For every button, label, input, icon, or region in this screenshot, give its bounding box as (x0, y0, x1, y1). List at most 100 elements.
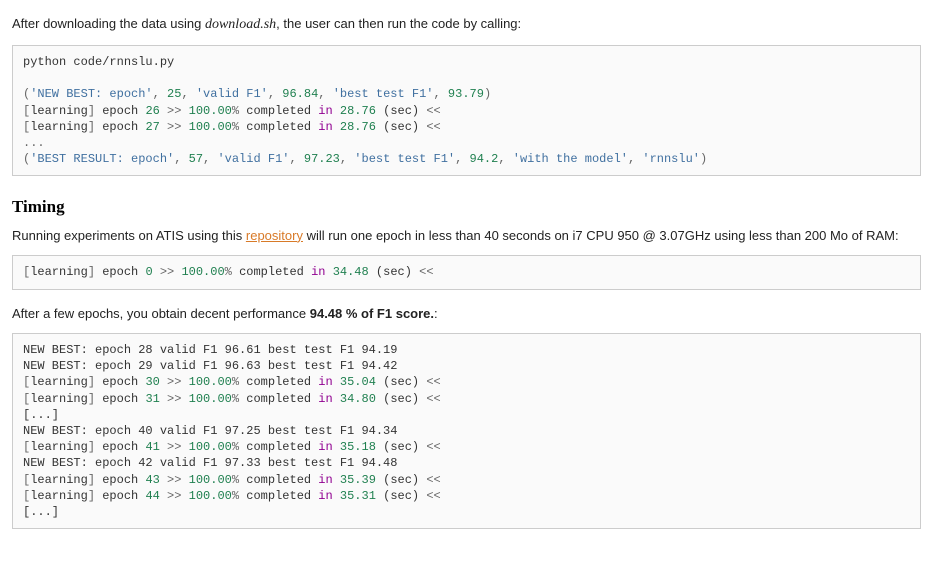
text (333, 104, 340, 118)
arrow: >> (160, 392, 189, 406)
comma: , (268, 87, 282, 101)
text: completed (239, 440, 318, 454)
text (333, 440, 340, 454)
timing-paragraph: Running experiments on ATIS using this r… (12, 226, 921, 246)
text: epoch (95, 489, 145, 503)
learning-tag: learning (30, 489, 88, 503)
string: 'BEST RESULT: epoch' (30, 152, 174, 166)
number: 43 (145, 473, 159, 487)
timing-heading: Timing (12, 194, 921, 220)
number: 100.00 (181, 265, 224, 279)
learning-tag: learning (30, 104, 88, 118)
bracket: ] (88, 473, 95, 487)
number: 100.00 (189, 120, 232, 134)
text: epoch (95, 473, 145, 487)
string: 'valid F1' (217, 152, 289, 166)
intro-suffix: , the user can then run the code by call… (276, 16, 521, 31)
percent: % (232, 440, 239, 454)
result-line: NEW BEST: epoch 29 valid F1 96.63 best t… (23, 359, 397, 373)
number: 97.23 (304, 152, 340, 166)
arrow: << (426, 473, 440, 487)
keyword-in: in (318, 104, 332, 118)
text: completed (239, 392, 318, 406)
keyword-in: in (318, 392, 332, 406)
code-block-results: NEW BEST: epoch 28 valid F1 96.61 best t… (12, 333, 921, 529)
number: 100.00 (189, 440, 232, 454)
bracket: ] (88, 489, 95, 503)
text: (sec) (376, 104, 426, 118)
cmd-line: python code/rnnslu.py (23, 55, 174, 69)
learning-tag: learning (30, 120, 88, 134)
paren: ) (700, 152, 707, 166)
keyword-in: in (311, 265, 325, 279)
arrow: << (426, 120, 440, 134)
code-block-timing: [learning] epoch 0 >> 100.00% completed … (12, 255, 921, 289)
comma: , (628, 152, 642, 166)
comma: , (434, 87, 448, 101)
text: (sec) (376, 473, 426, 487)
number: 25 (167, 87, 181, 101)
arrow: >> (160, 489, 189, 503)
result-line: NEW BEST: epoch 42 valid F1 97.33 best t… (23, 456, 397, 470)
comma: , (318, 87, 332, 101)
comma: , (455, 152, 469, 166)
arrow: << (426, 392, 440, 406)
text: (sec) (376, 392, 426, 406)
bracket: ] (88, 265, 95, 279)
repository-link[interactable]: repository (246, 228, 303, 243)
percent: % (232, 392, 239, 406)
bracket: ] (88, 440, 95, 454)
bracket: ] (88, 375, 95, 389)
string: 'rnnslu' (642, 152, 700, 166)
number: 96.84 (282, 87, 318, 101)
timing-text-b: will run one epoch in less than 40 secon… (303, 228, 899, 243)
comma: , (174, 152, 188, 166)
keyword-in: in (318, 440, 332, 454)
percent: % (225, 265, 232, 279)
text: epoch (95, 104, 145, 118)
arrow: << (426, 104, 440, 118)
number: 28.76 (340, 104, 376, 118)
text: (sec) (376, 120, 426, 134)
number: 35.39 (340, 473, 376, 487)
text: epoch (95, 440, 145, 454)
arrow: << (426, 440, 440, 454)
bracket: ] (88, 120, 95, 134)
comma: , (498, 152, 512, 166)
text (333, 489, 340, 503)
text: completed (239, 489, 318, 503)
number: 57 (189, 152, 203, 166)
learning-tag: learning (30, 375, 88, 389)
number: 34.80 (340, 392, 376, 406)
text: completed (239, 120, 318, 134)
comma: , (203, 152, 217, 166)
arrow: >> (160, 375, 189, 389)
arrow: << (426, 489, 440, 503)
number: 28.76 (340, 120, 376, 134)
keyword-in: in (318, 473, 332, 487)
timing-text-a: Running experiments on ATIS using this (12, 228, 246, 243)
string: 'best test F1' (333, 87, 434, 101)
string: 'best test F1' (354, 152, 455, 166)
number: 31 (145, 392, 159, 406)
string: 'with the model' (513, 152, 628, 166)
number: 26 (145, 104, 159, 118)
arrow: << (419, 265, 433, 279)
number: 100.00 (189, 104, 232, 118)
percent: % (232, 489, 239, 503)
after-prefix: After a few epochs, you obtain decent pe… (12, 306, 310, 321)
text: completed (239, 375, 318, 389)
number: 30 (145, 375, 159, 389)
text: (sec) (369, 265, 419, 279)
text: epoch (95, 120, 145, 134)
number: 93.79 (448, 87, 484, 101)
comma: , (289, 152, 303, 166)
percent: % (232, 473, 239, 487)
number: 35.18 (340, 440, 376, 454)
code-block-run: python code/rnnslu.py ('NEW BEST: epoch'… (12, 45, 921, 176)
ellipsis-line: [...] (23, 505, 59, 519)
text: epoch (95, 375, 145, 389)
text (333, 392, 340, 406)
text: completed (232, 265, 311, 279)
string: 'NEW BEST: epoch' (30, 87, 152, 101)
